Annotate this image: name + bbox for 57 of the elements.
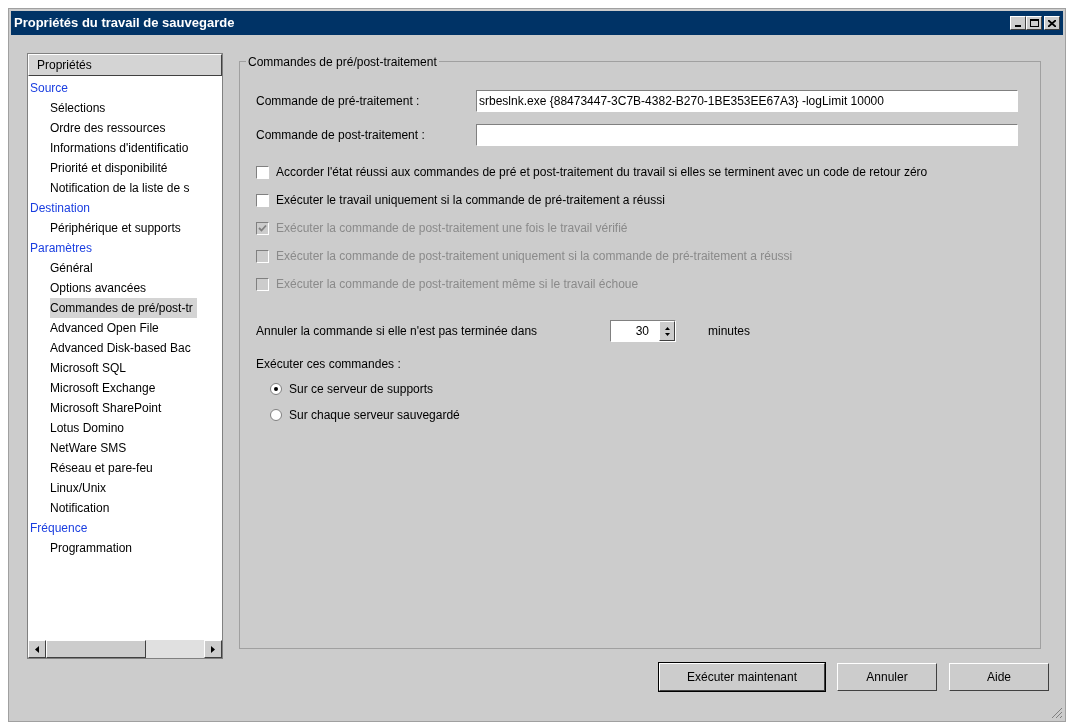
tree-item[interactable]: Microsoft SQL [50,358,131,378]
scroll-thumb[interactable] [46,640,146,658]
tree-item[interactable]: Commandes de pré/post-tr [50,298,197,318]
tree-item[interactable]: Périphérique et supports [50,218,185,238]
tree-item[interactable]: Linux/Unix [50,478,111,498]
tree-item[interactable]: Informations d'identificatio [50,138,193,158]
tree-item[interactable]: Microsoft SharePoint [50,398,166,418]
tree-item[interactable]: Advanced Disk-based Bac [50,338,195,358]
scroll-right-icon[interactable] [204,640,222,658]
tree-item[interactable]: NetWare SMS [50,438,131,458]
checkbox-label: Exécuter la commande de post-traitement même si le travail échoue [276,276,639,293]
tree-item[interactable]: Sélections [50,98,110,118]
tree-item[interactable]: Microsoft Exchange [50,378,160,398]
maximize-icon[interactable] [1026,16,1042,30]
tree-item[interactable]: Notification [50,498,114,518]
command-field[interactable]: srbeslnk.exe {88473447-3C7B-4382-B270-1BE353EE67A3} -logLimit 10000 [476,90,1018,112]
tree-header: Propriétés [28,54,222,76]
checkbox-label: Exécuter la commande de post-traitement une fois le travail vérifié [276,220,628,237]
checkbox-label: Exécuter le travail uniquement si la commande de pré-traitement a réussi [276,192,665,209]
command-field[interactable] [476,124,1018,146]
tree-item[interactable]: Destination [30,198,95,218]
timeout-label: Annuler la commande si elle n'est pas terminée dans [256,323,539,340]
spin-arrows-icon[interactable] [659,321,675,341]
dialog-button[interactable]: Annuler [837,663,937,691]
tree-item[interactable]: Fréquence [30,518,92,538]
run-on-label: Exécuter ces commandes : [256,356,402,373]
resize-grip-icon[interactable] [1051,707,1063,719]
field-label: Commande de pré-traitement : [256,93,421,110]
tree-item[interactable]: Priorité et disponibilité [50,158,172,178]
checkbox-label: Exécuter la commande de post-traitement uniquement si la commande de pré-traitement a réussi [276,248,793,265]
tree-item[interactable]: Ordre des ressources [50,118,170,138]
radio-label: Sur chaque serveur sauvegardé [289,407,460,424]
minutes-spinner[interactable]: 30 [610,320,676,342]
tree-item[interactable]: Notification de la liste de s [50,178,194,198]
checkbox-label: Accorder l'état réussi aux commandes de pré et post-traitement du travail si elles se terminent avec un code de retour zéro [276,164,928,181]
tree-item[interactable]: Advanced Open File [50,318,163,338]
field-label: Commande de post-traitement : [256,127,426,144]
minimize-icon[interactable] [1010,16,1026,30]
horizontal-scrollbar[interactable] [28,640,222,658]
dialog-button[interactable]: Aide [949,663,1049,691]
unit-label: minutes [708,323,751,340]
radio-button[interactable] [270,409,282,421]
radio-button[interactable] [270,383,282,395]
window-title: Propriétés du travail de sauvegarde [14,14,235,33]
tree-item[interactable]: Programmation [50,538,137,558]
scroll-left-icon[interactable] [28,640,46,658]
checkbox[interactable] [256,193,269,207]
dialog-button[interactable]: Exécuter maintenant [659,663,825,691]
tree-item[interactable]: Général [50,258,97,278]
tree-item[interactable]: Source [30,78,73,98]
tree-item[interactable]: Options avancées [50,278,151,298]
checkbox[interactable] [256,165,269,179]
close-icon[interactable] [1044,16,1060,30]
tree-item[interactable]: Lotus Domino [50,418,129,438]
tree-item[interactable]: Paramètres [30,238,97,258]
radio-label: Sur ce serveur de supports [289,381,434,398]
tree-item[interactable]: Réseau et pare-feu [50,458,157,478]
